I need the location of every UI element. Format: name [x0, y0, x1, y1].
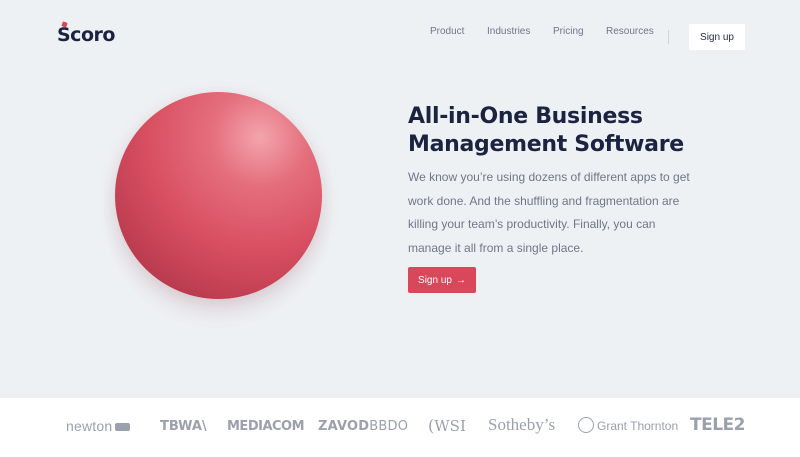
newton-logo-text: newton — [66, 418, 113, 434]
tele2-logo: TELE2 — [690, 415, 745, 435]
zavod-bbdo-logo: ZAVODBBDO — [318, 419, 408, 434]
sothebys-logo: Sotheby’s — [488, 415, 556, 434]
header-signup-button[interactable]: Sign up — [689, 24, 745, 50]
bbdo-text: BBDO — [369, 419, 409, 434]
hero-signup-label: Sign up — [418, 274, 452, 286]
hero-description: We know you’re using dozens of different… — [408, 170, 690, 255]
hero-sphere-illustration — [115, 92, 322, 299]
hero-title: All-in-One Business Management Software — [408, 104, 684, 157]
grant-thornton-ring-icon — [578, 417, 594, 434]
mediacom-logo: MEDIACOM — [227, 419, 305, 434]
client-logos-strip: newton TBWA\ MEDIACOM ZAVODBBDO (WSI Sot… — [0, 398, 800, 457]
nav-divider — [668, 30, 669, 44]
zavod-text: ZAVOD — [318, 419, 370, 434]
nav-item-resources[interactable]: Resources — [606, 26, 654, 37]
newton-logo: newton — [66, 418, 131, 434]
scoro-logo[interactable]: Scoro — [57, 21, 115, 46]
nav-item-industries[interactable]: Industries — [487, 26, 530, 37]
newton-tag-icon — [115, 423, 131, 432]
grant-thornton-logo: Grant Thornton — [578, 417, 679, 434]
wsi-text: WSI — [434, 417, 466, 435]
nav-item-pricing[interactable]: Pricing — [553, 26, 584, 37]
grant-thornton-text: Grant Thornton — [597, 419, 679, 433]
hero-signup-button[interactable]: Sign up → — [408, 267, 476, 293]
wsi-logo: (WSI — [428, 416, 466, 435]
nav-item-product[interactable]: Product — [430, 26, 464, 37]
hero-section: Scoro Product Industries Pricing Resourc… — [0, 0, 800, 398]
tbwa-logo: TBWA\ — [160, 419, 207, 434]
arrow-right-icon: → — [455, 274, 466, 286]
